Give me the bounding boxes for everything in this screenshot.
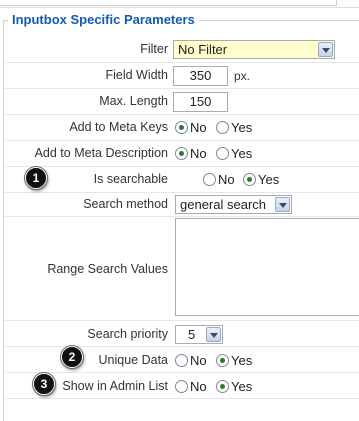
max-length-label: Max. Length xyxy=(99,94,168,108)
add-meta-description-yes-radio[interactable] xyxy=(216,147,229,160)
add-meta-description-label: Add to Meta Description xyxy=(34,146,168,160)
search-priority-label: Search priority xyxy=(87,327,168,341)
unique-data-yes-radio[interactable] xyxy=(216,354,229,367)
field-width-unit: px. xyxy=(234,69,251,83)
row-search-method: Search method general search xyxy=(5,193,359,217)
section-title: Inputbox Specific Parameters xyxy=(8,12,199,27)
show-admin-list-no-radio[interactable] xyxy=(175,380,188,393)
add-meta-description-no-label: No xyxy=(190,146,207,161)
chevron-down-icon xyxy=(206,327,221,342)
add-meta-keys-no-radio[interactable] xyxy=(175,121,188,134)
row-add-meta-keys: Add to Meta Keys No Yes xyxy=(5,115,359,141)
is-searchable-yes-label: Yes xyxy=(258,172,280,187)
max-length-input[interactable]: 150 xyxy=(173,92,228,112)
is-searchable-yes-radio[interactable] xyxy=(243,173,256,186)
unique-data-label: Unique Data xyxy=(98,353,169,367)
range-search-values-textarea[interactable] xyxy=(175,218,359,316)
field-width-input[interactable]: 350 xyxy=(173,66,228,86)
row-range-search-values: Range Search Values xyxy=(5,217,359,321)
search-priority-select[interactable]: 5 xyxy=(175,325,223,344)
row-is-searchable: Is searchable No Yes xyxy=(5,167,359,193)
add-meta-keys-yes-label: Yes xyxy=(231,120,253,135)
chevron-down-icon xyxy=(318,42,333,57)
row-max-length: Max. Length 150 xyxy=(5,89,359,115)
add-meta-description-yes-label: Yes xyxy=(231,146,253,161)
add-meta-keys-label: Add to Meta Keys xyxy=(69,120,168,134)
row-search-priority: Search priority 5 xyxy=(5,321,359,347)
show-admin-list-yes-label: Yes xyxy=(231,379,253,394)
add-meta-keys-yes-radio[interactable] xyxy=(216,121,229,134)
unique-data-yes-label: Yes xyxy=(231,353,253,368)
filter-select[interactable]: No Filter xyxy=(173,40,335,59)
row-filter: Filter No Filter xyxy=(5,38,359,63)
row-show-admin-list: Show in Admin List No Yes xyxy=(5,373,359,399)
field-width-label: Field Width xyxy=(105,68,168,82)
callout-badge-2: 2 xyxy=(61,346,83,368)
filter-label: Filter xyxy=(140,42,168,56)
callout-badge-3: 3 xyxy=(33,373,55,395)
search-priority-value: 5 xyxy=(188,327,196,342)
show-admin-list-no-label: No xyxy=(190,379,207,394)
previous-fieldset-edge xyxy=(0,0,359,8)
row-unique-data: Unique Data No Yes xyxy=(5,347,359,373)
search-method-value: general search xyxy=(180,197,266,212)
unique-data-no-radio[interactable] xyxy=(175,354,188,367)
show-admin-list-yes-radio[interactable] xyxy=(216,380,229,393)
search-method-select[interactable]: general search xyxy=(175,195,292,214)
search-method-label: Search method xyxy=(83,197,168,211)
callout-badge-1: 1 xyxy=(25,167,47,189)
show-admin-list-label: Show in Admin List xyxy=(62,379,168,393)
unique-data-no-label: No xyxy=(190,353,207,368)
range-search-values-label: Range Search Values xyxy=(47,262,168,276)
chevron-down-icon xyxy=(275,197,290,212)
filter-value: No Filter xyxy=(178,42,228,57)
is-searchable-label: Is searchable xyxy=(93,172,168,186)
add-meta-description-no-radio[interactable] xyxy=(175,147,188,160)
is-searchable-no-label: No xyxy=(218,172,235,187)
row-add-meta-description: Add to Meta Description No Yes xyxy=(5,141,359,167)
row-field-width: Field Width 350 px. xyxy=(5,63,359,89)
add-meta-keys-no-label: No xyxy=(190,120,207,135)
is-searchable-no-radio[interactable] xyxy=(203,173,216,186)
